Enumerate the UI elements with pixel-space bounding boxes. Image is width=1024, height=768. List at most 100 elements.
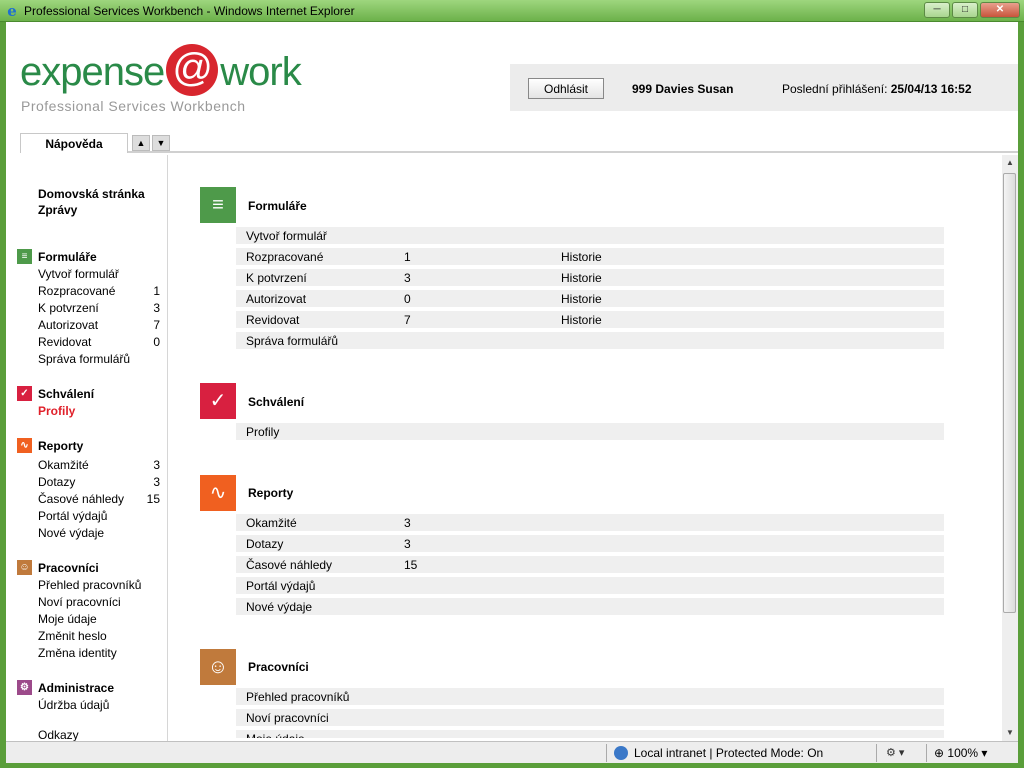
sidebar-item-label: Údržba údajů bbox=[38, 698, 110, 712]
sidebar-link-links[interactable]: Odkazy bbox=[38, 728, 79, 741]
sidebar-item-new-workers[interactable]: Noví pracovníci bbox=[38, 595, 160, 609]
sidebar-item-authorize[interactable]: Autorizovat 7 bbox=[38, 318, 160, 332]
sidebar-item-label: Portál výdajů bbox=[38, 509, 108, 523]
sidebar-item-my-details[interactable]: Moje údaje bbox=[38, 612, 160, 626]
table-row[interactable]: Profily bbox=[236, 423, 944, 442]
person-icon: ☺ bbox=[200, 649, 236, 685]
row-count: 7 bbox=[404, 313, 411, 327]
sidebar-head-workers[interactable]: ☺ Pracovníci bbox=[17, 560, 99, 575]
row-label: Moje údaje bbox=[246, 732, 305, 740]
row-label: Revidovat bbox=[246, 313, 300, 327]
chevron-down-icon[interactable]: ▼ bbox=[152, 135, 170, 151]
minimize-icon[interactable]: ─ bbox=[924, 2, 950, 18]
table-row[interactable]: Portál výdajů bbox=[236, 577, 944, 596]
zoom-value: 100% bbox=[947, 746, 979, 760]
sidebar-item-new-expenses[interactable]: Nové výdaje bbox=[38, 526, 160, 540]
logout-button[interactable]: Odhlásit bbox=[528, 78, 604, 99]
security-zone[interactable]: Local intranet | Protected Mode: On bbox=[614, 746, 823, 760]
sidebar-item-to-confirm[interactable]: K potvrzení 3 bbox=[38, 301, 160, 315]
row-label: Časové náhledy bbox=[246, 558, 333, 572]
sidebar-item-label: Okamžité bbox=[38, 458, 89, 472]
close-icon[interactable]: ✕ bbox=[980, 2, 1020, 18]
table-row[interactable]: Nové výdaje bbox=[236, 598, 944, 617]
table-row[interactable]: Moje údaje bbox=[236, 730, 944, 740]
sidebar-item-label: Nové výdaje bbox=[38, 526, 105, 540]
window-controls: ─ □ ✕ bbox=[924, 2, 1020, 18]
table-row[interactable]: Dotazy 3 bbox=[236, 535, 944, 554]
sidebar-item-in-progress[interactable]: Rozpracované 1 bbox=[38, 284, 160, 298]
sidebar-item-manage-forms[interactable]: Správa formulářů bbox=[38, 352, 160, 366]
sidebar-item-change-password[interactable]: Změnit heslo bbox=[38, 629, 160, 643]
person-icon: ☺ bbox=[17, 560, 32, 575]
scroll-up-icon[interactable]: ▲ bbox=[1002, 155, 1018, 171]
row-count: 3 bbox=[404, 537, 411, 551]
row-label: Dotazy bbox=[246, 537, 284, 551]
sidebar-head-admin[interactable]: ⚙ Administrace bbox=[17, 680, 114, 695]
user-name: 999 Davies Susan bbox=[632, 82, 734, 96]
table-row[interactable]: Autorizovat 0 Historie bbox=[236, 290, 944, 309]
row-label: Vytvoř formulář bbox=[246, 229, 327, 243]
sidebar-item-profiles[interactable]: Profily bbox=[38, 404, 160, 418]
row-label: Přehled pracovníků bbox=[246, 690, 350, 704]
vertical-scrollbar[interactable]: ▲ ▼ bbox=[1002, 155, 1018, 741]
scroll-down-icon[interactable]: ▼ bbox=[1002, 725, 1018, 741]
browser-viewport: expense @ work Professional Services Workb… bbox=[6, 22, 1018, 741]
sidebar-link-home[interactable]: Domovská stránka bbox=[38, 187, 145, 201]
app-subtitle: Professional Services Workbench bbox=[21, 98, 246, 114]
chart-icon: ∿ bbox=[17, 438, 32, 453]
sidebar-item-data-maintenance[interactable]: Údržba údajů bbox=[38, 698, 160, 712]
sidebar-item-queries[interactable]: Dotazy 3 bbox=[38, 475, 160, 489]
sidebar-item-change-identity[interactable]: Změna identity bbox=[38, 646, 160, 660]
maximize-icon[interactable]: □ bbox=[952, 2, 978, 18]
sidebar-item-worker-overview[interactable]: Přehled pracovníků bbox=[38, 578, 160, 592]
sidebar-item-label: Správa formulářů bbox=[38, 352, 131, 366]
last-login-label: Poslední přihlášení: bbox=[782, 82, 888, 96]
logo-text-left: expense bbox=[20, 50, 165, 94]
row-label: Autorizovat bbox=[246, 292, 307, 306]
sidebar-item-create-form[interactable]: Vytvoř formulář bbox=[38, 267, 160, 281]
table-row[interactable]: Revidovat 7 Historie bbox=[236, 311, 944, 330]
history-link[interactable]: Historie bbox=[561, 290, 602, 309]
sidebar-item-count: 0 bbox=[153, 335, 160, 349]
sidebar-item-expense-portal[interactable]: Portál výdajů bbox=[38, 509, 160, 523]
chart-icon: ∿ bbox=[200, 475, 236, 511]
table-row[interactable]: Přehled pracovníků bbox=[236, 688, 944, 707]
sidebar-item-label: Změnit heslo bbox=[38, 629, 107, 643]
zoom-level[interactable]: ⊕ 100% ▾ bbox=[934, 746, 987, 760]
sidebar-item-label: Moje údaje bbox=[38, 612, 97, 626]
scroll-thumb[interactable] bbox=[1003, 173, 1016, 613]
sidebar-head-approval[interactable]: ✓ Schválení bbox=[17, 386, 94, 401]
row-label: Profily bbox=[246, 425, 280, 439]
internet-explorer-icon: e bbox=[7, 2, 17, 20]
security-zone-label: Local intranet | Protected Mode: On bbox=[634, 746, 824, 760]
table-row[interactable]: K potvrzení 3 Historie bbox=[236, 269, 944, 288]
table-row[interactable]: Správa formulářů bbox=[236, 332, 944, 351]
sidebar-head-forms[interactable]: ≡ Formuláře bbox=[17, 249, 97, 264]
table-row[interactable]: Vytvoř formulář bbox=[236, 227, 944, 246]
row-count: 15 bbox=[404, 558, 418, 572]
sidebar-item-count: 3 bbox=[153, 475, 160, 489]
chevron-up-icon[interactable]: ▲ bbox=[132, 135, 150, 151]
sidebar-item-label: Rozpracované bbox=[38, 284, 116, 298]
history-link[interactable]: Historie bbox=[561, 248, 602, 267]
table-row[interactable]: Okamžité 3 bbox=[236, 514, 944, 533]
history-link[interactable]: Historie bbox=[561, 269, 602, 288]
row-count: 3 bbox=[404, 271, 411, 285]
tab-help[interactable]: Nápověda bbox=[20, 133, 128, 153]
status-divider bbox=[876, 744, 877, 762]
sidebar-item-time-views[interactable]: Časové náhledy 15 bbox=[38, 492, 160, 506]
history-link[interactable]: Historie bbox=[561, 311, 602, 330]
sidebar-head-workers-label: Pracovníci bbox=[38, 560, 99, 575]
table-row[interactable]: Noví pracovníci bbox=[236, 709, 944, 728]
table-row[interactable]: Časové náhledy 15 bbox=[236, 556, 944, 575]
popup-settings-icon[interactable]: ⚙ ▾ bbox=[886, 746, 904, 759]
table-row[interactable]: Rozpracované 1 Historie bbox=[236, 248, 944, 267]
sidebar-item-instant[interactable]: Okamžité 3 bbox=[38, 458, 160, 472]
sidebar-head-reports[interactable]: ∿ Reporty bbox=[17, 438, 83, 453]
expense-at-work-logo: expense @ work bbox=[20, 44, 302, 100]
row-label: Rozpracované bbox=[246, 250, 324, 264]
window-titlebar: e Professional Services Workbench - Wind… bbox=[0, 0, 1024, 22]
sidebar-item-count: 7 bbox=[153, 318, 160, 332]
sidebar-link-messages[interactable]: Zprávy bbox=[38, 203, 77, 217]
sidebar-item-review[interactable]: Revidovat 0 bbox=[38, 335, 160, 349]
